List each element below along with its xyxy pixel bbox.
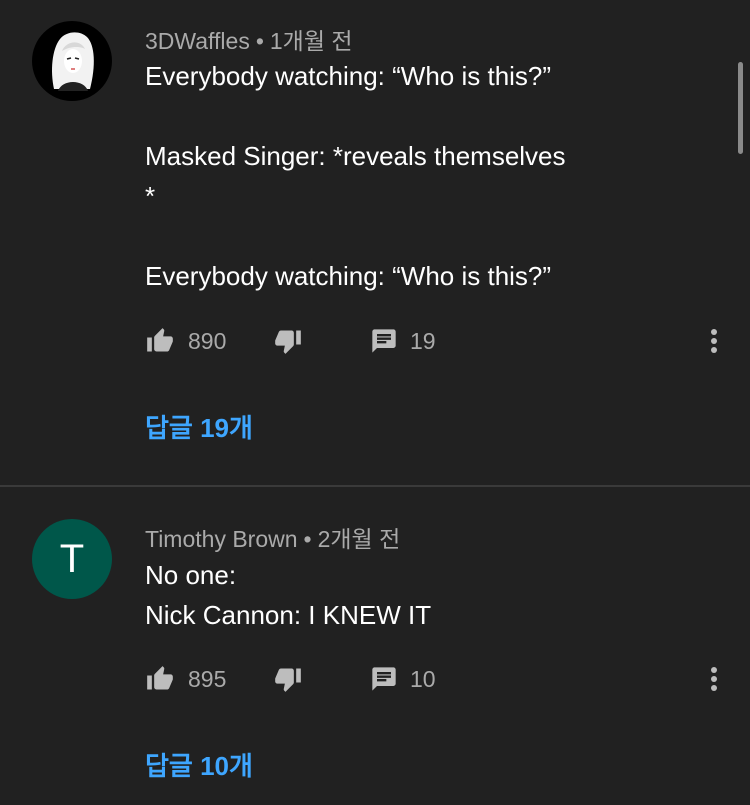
comment-time[interactable]: 2개월 전 xyxy=(318,526,401,552)
thumbs-down-icon xyxy=(275,330,301,354)
comment-line: No one: xyxy=(145,560,237,590)
comment-text: No one: Nick Cannon: I KNEW IT xyxy=(145,555,665,635)
reply-count: 10 xyxy=(410,665,436,692)
comment-actions: 895 10 xyxy=(0,659,750,699)
author-name[interactable]: Timothy Brown xyxy=(145,526,298,552)
avatar-letter: T xyxy=(59,537,85,581)
avatar[interactable]: T xyxy=(32,519,112,599)
author-name[interactable]: 3DWaffles xyxy=(145,28,250,54)
comment-header: Timothy Brown • 2개월 전 xyxy=(145,520,400,554)
more-vert-icon xyxy=(711,329,717,353)
more-options-button[interactable] xyxy=(700,659,728,699)
avatar[interactable] xyxy=(32,21,112,101)
more-options-button[interactable] xyxy=(700,321,728,361)
comment-line xyxy=(145,216,665,256)
scrollbar[interactable] xyxy=(738,62,743,154)
comment-item: T Timothy Brown • 2개월 전 No one: Nick Canno… xyxy=(0,487,750,805)
comment-line: Nick Cannon: I KNEW IT xyxy=(145,600,432,630)
more-vert-icon xyxy=(711,667,717,691)
like-count: 895 xyxy=(188,665,227,692)
separator-dot: • xyxy=(303,526,312,552)
separator-dot: • xyxy=(255,28,264,54)
like-button[interactable]: 895 xyxy=(144,659,226,699)
like-button[interactable]: 890 xyxy=(144,321,226,361)
reply-count: 19 xyxy=(410,327,436,354)
comment-line: Masked Singer: *reveals themselves xyxy=(145,141,566,171)
comment-line: Everybody watching: “Who is this?” xyxy=(145,261,552,291)
thumbs-up-icon xyxy=(147,328,173,352)
comment-line xyxy=(145,96,665,136)
dislike-button[interactable] xyxy=(272,659,304,699)
comment-actions: 890 19 xyxy=(0,321,750,361)
comment-time[interactable]: 1개월 전 xyxy=(270,28,353,54)
reply-button[interactable]: 10 xyxy=(370,659,436,699)
comment-line: Everybody watching: “Who is this?” xyxy=(145,61,552,91)
comments-page: 3DWaffles • 1개월 전 Everybody watching: “Who… xyxy=(0,0,750,805)
comment-header: 3DWaffles • 1개월 전 xyxy=(145,22,353,56)
like-count: 890 xyxy=(188,327,227,354)
comment-icon xyxy=(372,667,396,691)
view-replies-link[interactable]: 답글 10개 xyxy=(145,746,253,783)
comment-line: * xyxy=(145,181,156,211)
comment-icon xyxy=(372,329,396,353)
comment-text: Everybody watching: “Who is this?” Maske… xyxy=(145,56,665,296)
comment-item: 3DWaffles • 1개월 전 Everybody watching: “Who… xyxy=(0,0,750,485)
reply-button[interactable]: 19 xyxy=(370,321,436,361)
thumbs-up-icon xyxy=(147,666,173,690)
view-replies-link[interactable]: 답글 19개 xyxy=(145,408,253,445)
thumbs-down-icon xyxy=(275,668,301,692)
anime-girl-avatar-icon xyxy=(32,21,112,101)
dislike-button[interactable] xyxy=(272,321,304,361)
